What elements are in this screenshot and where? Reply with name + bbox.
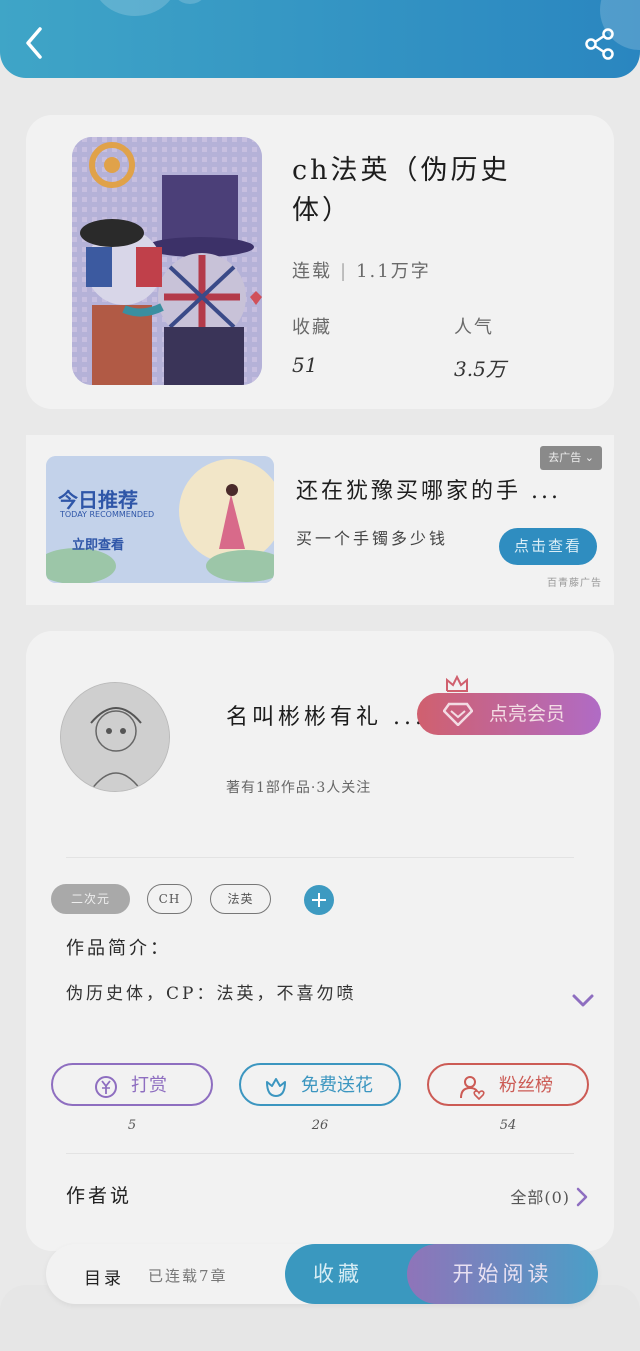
ad-banner-image[interactable]: 今日推荐 TODAY RECOMMENDED 立即查看 (46, 456, 274, 583)
fans-count: 54 (499, 1118, 517, 1133)
author-name[interactable]: 名叫彬彬有礼 ... (226, 699, 426, 731)
tag-ch[interactable]: CH (147, 884, 192, 914)
book-cover-image[interactable] (72, 137, 262, 385)
diamond-icon (443, 702, 473, 726)
divider (66, 1153, 574, 1154)
tip-button[interactable]: 打赏 (51, 1063, 213, 1106)
author-stats: 著有1部作品·3人关注 (226, 780, 372, 796)
intro-text: 伪历史体，CP：法英，不喜勿喷 (66, 984, 357, 1004)
book-status: 连载 (292, 261, 332, 282)
send-flower-label: 免费送花 (301, 1075, 373, 1096)
favorites-label: 收藏 (292, 317, 332, 338)
start-reading-button[interactable]: 开始阅读 (407, 1244, 598, 1304)
chevron-down-icon[interactable] (571, 993, 595, 1009)
tag-fr-en[interactable]: 法英 (210, 884, 271, 914)
vip-button[interactable]: 点亮会员 (417, 675, 601, 735)
chevron-down-icon: ⌄ (584, 451, 594, 464)
meta-separator: | (340, 261, 349, 282)
tag-anime[interactable]: 二次元 (51, 884, 130, 914)
book-meta: 连载 | 1.1万字 (292, 257, 431, 283)
fans-ranking-button[interactable]: 粉丝榜 (427, 1063, 589, 1106)
chapter-count: 已连载7章 (148, 1267, 228, 1285)
ad-banner-cta: 立即查看 (72, 538, 125, 553)
author-says-all-link[interactable]: 全部(0) (510, 1184, 570, 1208)
ad-banner-subtitle: TODAY RECOMMENDED (60, 510, 155, 519)
chevron-right-icon[interactable] (576, 1187, 588, 1207)
toc-button[interactable]: 目录 (84, 1264, 124, 1289)
ad-card[interactable]: 今日推荐 TODAY RECOMMENDED 立即查看 去广告 ⌄ 还在犹豫买哪… (26, 435, 614, 605)
intro-label: 作品简介： (66, 938, 171, 959)
ad-description: 买一个手镯多少钱 (296, 529, 449, 548)
author-card: 名叫彬彬有礼 ... 点亮会员 著有1部作品·3人关注 二次元 CH 法英 作品… (26, 631, 614, 1251)
flower-icon (266, 1078, 286, 1097)
author-says-label: 作者说 (66, 1185, 133, 1207)
yen-icon (95, 1076, 117, 1098)
ad-banner-title: 今日推荐 (58, 488, 138, 512)
ad-view-button[interactable]: 点击查看 (499, 528, 597, 565)
share-icon[interactable] (584, 28, 616, 60)
tip-count: 5 (127, 1118, 137, 1133)
vip-button-label: 点亮会员 (489, 703, 566, 725)
bottom-action-bar: 目录 已连载7章 收藏 开始阅读 (46, 1244, 598, 1304)
favorites-value: 51 (292, 353, 318, 377)
book-title: ch法英（伪历史体） (292, 155, 511, 226)
author-avatar[interactable] (60, 682, 170, 792)
ad-close-label: 去广告 (548, 451, 582, 464)
ad-title: 还在犹豫买哪家的手 ... (296, 479, 561, 504)
add-tag-button[interactable] (304, 885, 334, 915)
popularity-value: 3.5万 (454, 357, 506, 381)
fans-icon (460, 1076, 485, 1100)
divider (66, 857, 574, 858)
flower-count: 26 (311, 1118, 329, 1133)
fans-ranking-label: 粉丝榜 (499, 1075, 553, 1096)
header-decoration (92, 0, 178, 16)
crown-icon (446, 675, 468, 692)
send-flower-button[interactable]: 免费送花 (239, 1063, 401, 1106)
ad-source: 百青藤广告 (547, 578, 602, 589)
ad-close-button[interactable]: 去广告 ⌄ (540, 446, 602, 470)
word-count: 1.1万字 (356, 261, 431, 282)
tip-label: 打赏 (131, 1075, 167, 1096)
popularity-label: 人气 (454, 317, 494, 338)
chevron-left-icon[interactable] (22, 26, 48, 60)
header-bar (0, 0, 640, 78)
header-decoration (170, 0, 210, 4)
book-info-card: ch法英（伪历史体） 连载 | 1.1万字 收藏 51 人气 3.5万 (26, 115, 614, 409)
